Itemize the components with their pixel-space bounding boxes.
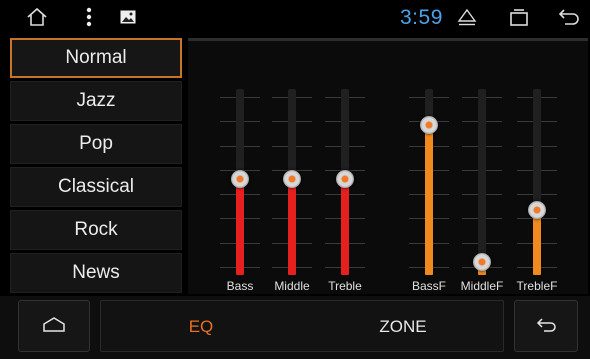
preset-classical[interactable]: Classical <box>10 167 182 207</box>
preset-label: News <box>72 262 120 283</box>
preset-news[interactable]: News <box>10 253 182 293</box>
slider-knob[interactable] <box>528 201 546 219</box>
home-outline-icon[interactable] <box>22 0 52 34</box>
preset-label: Jazz <box>76 90 116 111</box>
mode-tabs: EQ ZONE <box>100 300 504 352</box>
back-button[interactable] <box>514 300 578 352</box>
more-vert-icon[interactable] <box>82 0 96 34</box>
preset-rock[interactable]: Rock <box>10 210 182 250</box>
slider-label-middlef: MiddleF <box>460 279 504 293</box>
home-outline-icon <box>42 316 66 337</box>
tab-zone[interactable]: ZONE <box>301 301 505 353</box>
home-button[interactable] <box>18 300 90 352</box>
slider-fill <box>533 210 541 275</box>
back-icon[interactable] <box>556 0 582 34</box>
preset-normal[interactable]: Normal <box>10 38 182 78</box>
slider-knob[interactable] <box>473 253 491 271</box>
slider-fill <box>341 179 349 275</box>
slider-middle[interactable] <box>272 89 312 275</box>
clock: 3:59 <box>400 6 443 29</box>
slider-label-middle: Middle <box>274 279 310 293</box>
tab-eq-label: EQ <box>188 317 214 336</box>
slider-treble[interactable] <box>325 89 365 275</box>
preset-jazz[interactable]: Jazz <box>10 81 182 121</box>
slider-fill <box>425 125 433 275</box>
slider-label-bass: Bass <box>226 279 254 293</box>
tab-zone-label: ZONE <box>379 317 427 336</box>
slider-label-treblef: TrebleF <box>516 279 558 293</box>
preset-list: Normal Jazz Pop Classical Rock News <box>10 38 182 294</box>
slider-fill <box>288 179 296 275</box>
slider-label-bassf: BassF <box>411 279 446 293</box>
slider-treblef[interactable] <box>517 89 557 275</box>
slider-track <box>478 89 486 275</box>
recents-icon[interactable] <box>506 0 532 34</box>
preset-label: Pop <box>79 133 113 154</box>
preset-pop[interactable]: Pop <box>10 124 182 164</box>
slider-fill <box>236 179 244 275</box>
slider-bass[interactable] <box>220 89 260 275</box>
back-icon <box>535 316 557 337</box>
preset-label: Normal <box>65 47 127 68</box>
slider-knob[interactable] <box>336 170 354 188</box>
slider-bassf[interactable] <box>409 89 449 275</box>
tab-eq[interactable]: EQ <box>101 301 301 353</box>
slider-knob[interactable] <box>420 116 438 134</box>
preset-label: Rock <box>74 219 118 240</box>
preset-label: Classical <box>57 176 135 197</box>
eject-icon[interactable] <box>454 0 480 34</box>
slider-knob[interactable] <box>283 170 301 188</box>
image-icon <box>118 0 138 34</box>
slider-middlef[interactable] <box>462 89 502 275</box>
equalizer-panel: Bass Middle Treble BassF MiddleF TrebleF <box>188 38 588 294</box>
slider-knob[interactable] <box>231 170 249 188</box>
status-bar: 3:59 <box>0 0 590 34</box>
slider-label-treble: Treble <box>328 279 362 293</box>
